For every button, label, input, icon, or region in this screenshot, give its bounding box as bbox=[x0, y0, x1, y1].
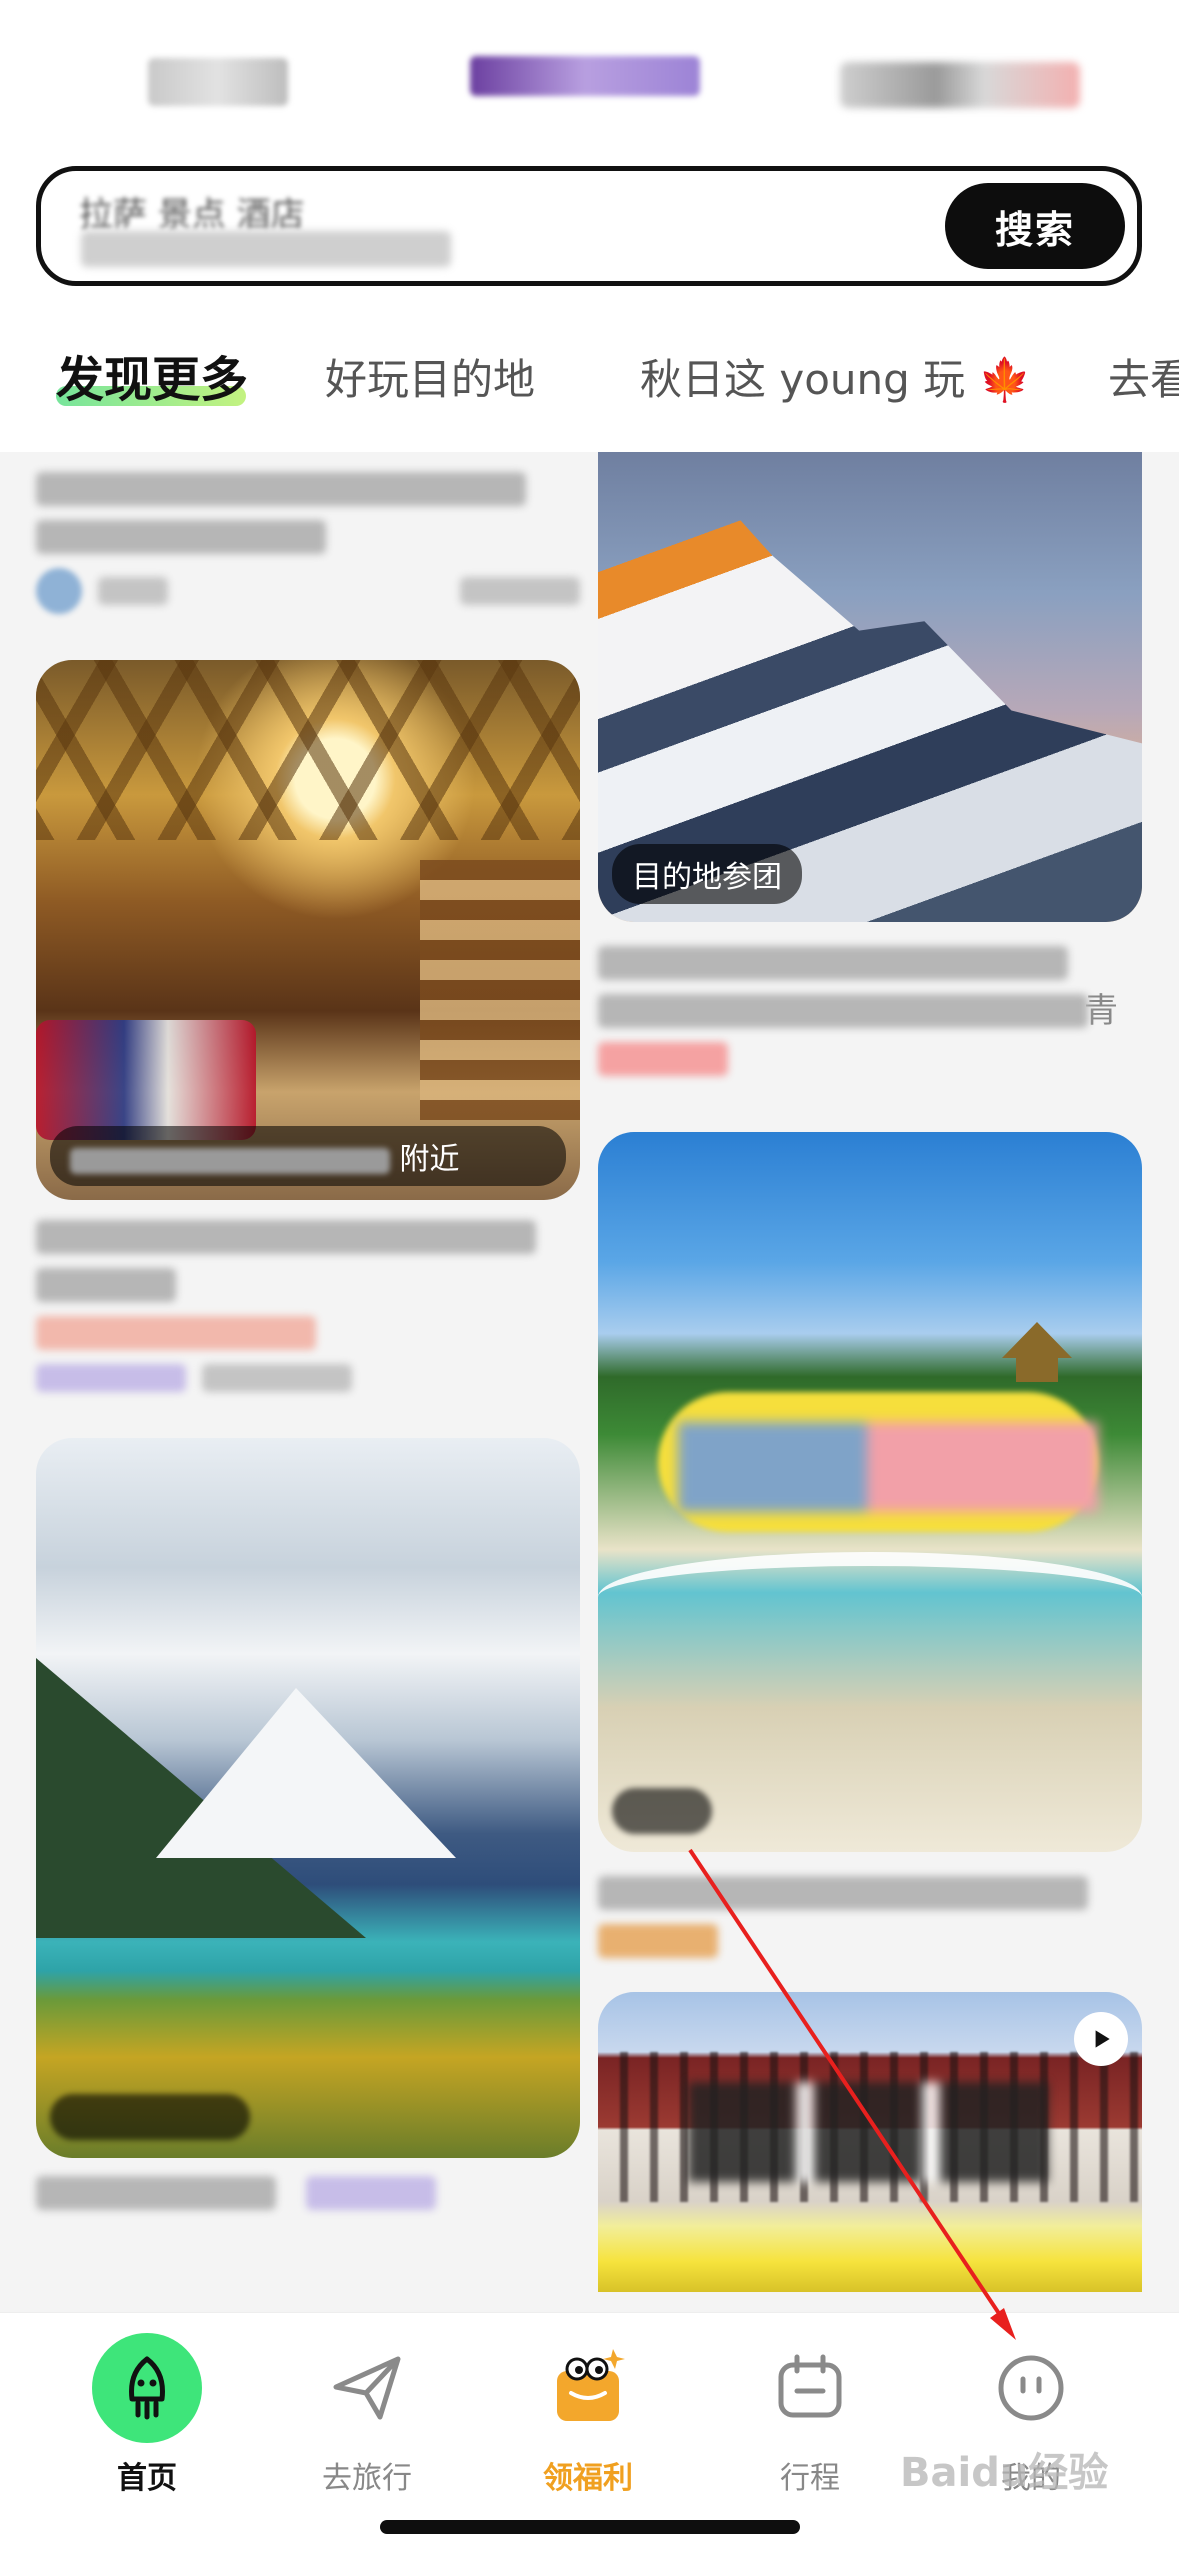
nav-welfare-label: 领福利 bbox=[543, 2461, 633, 2496]
status-carrier-blurred bbox=[470, 56, 700, 96]
nav-itinerary[interactable]: 行程 bbox=[720, 2333, 900, 2497]
nav-travel-label: 去旅行 bbox=[322, 2461, 412, 2496]
tab-go-see[interactable]: 去看 bbox=[1108, 346, 1179, 407]
date-blurred bbox=[202, 1364, 352, 1392]
play-icon bbox=[1074, 2012, 1128, 2066]
rocket-icon bbox=[92, 2333, 202, 2443]
nav-home-label: 首页 bbox=[117, 2461, 177, 2496]
status-time-blurred bbox=[148, 58, 288, 106]
post-title-blurred bbox=[36, 520, 326, 554]
post-title-blurred bbox=[36, 2176, 276, 2210]
search-area: 拉萨 景点 酒店 搜索 bbox=[0, 160, 1179, 310]
location-blurred bbox=[70, 1147, 390, 1174]
card-image-detail bbox=[598, 1552, 1142, 1642]
cafe-post-info[interactable] bbox=[36, 1200, 580, 1392]
card-tag-label: 目的地参团 bbox=[612, 844, 802, 904]
everest-post-card[interactable]: 目的地参团 bbox=[598, 452, 1142, 922]
post-title-blurred bbox=[598, 1924, 718, 1958]
feed-column-left: 附近 bbox=[36, 452, 580, 2224]
post-snippet-top[interactable] bbox=[36, 452, 580, 614]
tab-autumn-young-label: 秋日这 young 玩 bbox=[640, 355, 966, 404]
sanya-post-info[interactable] bbox=[598, 1852, 1142, 1958]
sanya-post-card[interactable] bbox=[598, 1132, 1142, 1852]
nav-home[interactable]: 首页 bbox=[57, 2333, 237, 2497]
tab-autumn-young[interactable]: 秋日这 young 玩 🍁 bbox=[640, 346, 1031, 407]
post-meta bbox=[36, 1364, 580, 1392]
tab-fun-destinations[interactable]: 好玩目的地 bbox=[325, 346, 535, 407]
post-title-blurred bbox=[36, 1268, 176, 1302]
post-title-blurred bbox=[598, 994, 1088, 1028]
status-icons-blurred bbox=[840, 62, 1080, 108]
paper-plane-icon bbox=[312, 2333, 422, 2443]
lake-post-info[interactable] bbox=[36, 2158, 580, 2224]
card-location-label: 附近 bbox=[50, 1126, 566, 1186]
card-image-detail bbox=[1002, 1322, 1072, 1382]
watermark: Baidu经验 bbox=[900, 2450, 1109, 2496]
card-title-banner-blurred bbox=[678, 1422, 1098, 1512]
lhasa-post-card[interactable] bbox=[598, 1992, 1142, 2292]
face-icon bbox=[976, 2333, 1086, 2443]
lake-post-card[interactable] bbox=[36, 1438, 580, 2158]
like-count-blurred bbox=[460, 577, 580, 605]
card-image-detail bbox=[420, 860, 580, 1120]
post-meta bbox=[36, 568, 580, 614]
cafe-post-card[interactable]: 附近 bbox=[36, 660, 580, 1200]
card-image-detail bbox=[36, 660, 580, 840]
post-title-tail: 青 bbox=[1084, 991, 1118, 1031]
tag-blurred bbox=[36, 1316, 316, 1350]
nav-welfare[interactable]: 领福利 bbox=[498, 2333, 678, 2497]
post-title-blurred bbox=[36, 472, 526, 506]
tab-discover-more[interactable]: 发现更多 bbox=[56, 340, 248, 410]
everest-post-info[interactable]: 青 bbox=[598, 922, 1142, 1076]
status-bar bbox=[0, 0, 1179, 160]
author-name-blurred bbox=[98, 577, 168, 605]
category-tabs: 发现更多 好玩目的地 秋日这 young 玩 🍁 去看 bbox=[0, 310, 1179, 452]
gift-mascot-icon bbox=[533, 2333, 643, 2443]
calendar-icon bbox=[755, 2333, 865, 2443]
card-title-blurred bbox=[688, 2082, 1048, 2182]
card-label-blurred bbox=[612, 1788, 712, 1834]
card-image-detail bbox=[156, 1688, 456, 1858]
app-screen: 拉萨 景点 酒店 搜索 发现更多 好玩目的地 秋日这 young 玩 🍁 去看 bbox=[0, 0, 1179, 2556]
author-blurred bbox=[36, 1364, 186, 1392]
post-title-blurred bbox=[598, 1876, 1088, 1910]
location-near-text: 附近 bbox=[399, 1142, 460, 1177]
card-image-detail bbox=[36, 1020, 256, 1140]
home-indicator[interactable] bbox=[380, 2520, 800, 2534]
content-feed[interactable]: 附近 目的地参团 青 bbox=[0, 452, 1179, 2312]
price-blurred bbox=[598, 1042, 728, 1076]
search-button[interactable]: 搜索 bbox=[945, 183, 1125, 269]
post-title-blurred bbox=[36, 1220, 536, 1254]
search-hint-text: 拉萨 景点 酒店 bbox=[79, 195, 305, 235]
search-placeholder-blurred bbox=[81, 231, 451, 267]
nav-itinerary-label: 行程 bbox=[780, 2461, 840, 2496]
maple-leaf-icon: 🍁 bbox=[978, 355, 1031, 404]
avatar bbox=[36, 568, 82, 614]
card-label-blurred bbox=[50, 2094, 250, 2140]
feed-column-right: 目的地参团 青 bbox=[598, 452, 1142, 2292]
tag-blurred bbox=[306, 2176, 436, 2210]
nav-travel[interactable]: 去旅行 bbox=[277, 2333, 457, 2497]
search-input[interactable]: 拉萨 景点 酒店 搜索 bbox=[36, 166, 1142, 286]
post-title-blurred bbox=[598, 946, 1068, 980]
